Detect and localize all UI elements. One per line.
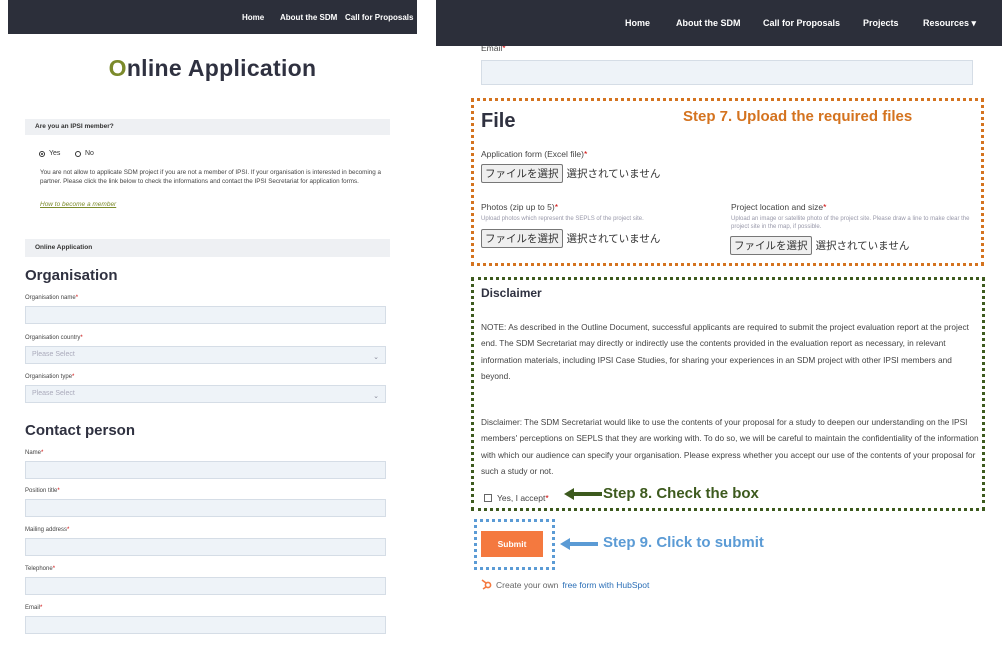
nav-about[interactable]: About the SDM [280,13,337,22]
name-label: Name* [25,450,44,456]
position-input[interactable] [25,499,386,517]
arrow-left-icon [564,488,602,500]
title-rest: nline Application [126,55,317,81]
left-screenshot: Home About the SDM Call for Proposals On… [8,0,417,650]
nav-resources[interactable]: Resources ▾ [923,18,976,29]
required-mark: * [545,493,549,503]
nav-home[interactable]: Home [625,18,650,28]
radio-selected-icon [39,150,45,157]
nav-about[interactable]: About the SDM [676,18,741,28]
title-first-letter: O [108,55,127,81]
photos-label: Photos (zip up to 5)* [481,202,559,212]
no-file-text: 選択されていません [566,168,661,180]
photos-hint: Upload photos which represent the SEPLS … [481,216,644,222]
choose-file-button[interactable]: ファイルを選択 [730,236,812,255]
mailing-label: Mailing address* [25,527,70,533]
step8-annotation: Step 8. Check the box [603,485,759,502]
org-country-placeholder: Please Select [32,351,75,358]
org-type-placeholder: Please Select [32,390,75,397]
chevron-down-icon: ⌄ [373,393,379,400]
top-navbar: Home About the SDM Call for Proposals [8,0,417,34]
choose-file-button[interactable]: ファイルを選択 [481,229,563,248]
app-form-label: Application form (Excel file)* [481,149,588,159]
radio-yes[interactable]: Yes [39,150,60,157]
become-member-link[interactable]: How to become a member [40,201,116,208]
submit-button[interactable]: Submit [481,531,543,557]
telephone-input[interactable] [25,577,386,595]
contact-person-heading: Contact person [25,422,136,439]
org-type-label: Organisation type* [25,374,75,380]
name-input[interactable] [25,461,386,479]
disclaimer-paragraph: Disclaimer: The SDM Secretariat would li… [481,417,979,476]
file-heading: File [481,110,516,132]
membership-notice: You are not allow to applicate SDM proje… [40,169,382,185]
accept-label: Yes, I accept [497,493,546,503]
no-file-text: 選択されていません [815,240,910,252]
ipsi-section-header: Are you an IPSI member? [25,119,390,135]
accept-checkbox-row[interactable]: Yes, I accept * [484,493,549,503]
choose-file-button[interactable]: ファイルを選択 [481,164,563,183]
hubspot-icon [481,579,492,590]
nav-home[interactable]: Home [242,13,264,22]
location-hint: Upload an image or satellite photo of th… [731,216,970,230]
org-name-label: Organisation name* [25,295,79,301]
arrow-left-icon [560,538,598,550]
hubspot-prefix: Create your own [496,579,559,590]
page-title: Online Application [8,55,417,82]
disclaimer-heading: Disclaimer [481,286,542,300]
app-form-file-input[interactable]: ファイルを選択 選択されていません [481,164,660,183]
step7-annotation: Step 7. Upload the required files [683,108,913,125]
location-file-input[interactable]: ファイルを選択 選択されていません [730,236,909,255]
accept-checkbox[interactable] [484,494,492,502]
radio-no-label: No [85,150,94,157]
email-input-left[interactable] [25,616,386,634]
location-label: Project location and size* [731,202,827,212]
hubspot-credit: Create your own free form with HubSpot [481,579,649,590]
step9-annotation: Step 9. Click to submit [603,534,764,551]
hubspot-link[interactable]: free form with HubSpot [562,580,649,590]
radio-unselected-icon [75,150,81,157]
telephone-label: Telephone* [25,566,56,572]
org-country-label: Organisation country* [25,335,83,341]
nav-projects[interactable]: Projects [863,18,899,28]
org-name-input[interactable] [25,306,386,324]
nav-call-for-proposals[interactable]: Call for Proposals [763,18,840,28]
photos-file-input[interactable]: ファイルを選択 選択されていません [481,229,660,248]
org-country-select[interactable]: Please Select ⌄ [25,346,386,364]
right-screenshot: Email* Home About the SDM Call for Propo… [436,0,1002,650]
email-input-right[interactable] [481,60,973,85]
no-file-text: 選択されていません [566,233,661,245]
top-navbar-right: Home About the SDM Call for Proposals Pr… [436,0,1002,46]
chevron-down-icon: ⌄ [373,354,379,361]
radio-no[interactable]: No [75,150,94,157]
note-paragraph: NOTE: As described in the Outline Docume… [481,322,969,381]
org-type-select[interactable]: Please Select ⌄ [25,385,386,403]
mailing-input[interactable] [25,538,386,556]
organisation-heading: Organisation [25,267,118,284]
position-label: Position title* [25,488,60,494]
email-label-left: Email* [25,605,43,611]
radio-yes-label: Yes [49,150,61,157]
nav-call-for-proposals[interactable]: Call for Proposals [345,13,413,22]
online-application-header: Online Application [25,239,390,257]
